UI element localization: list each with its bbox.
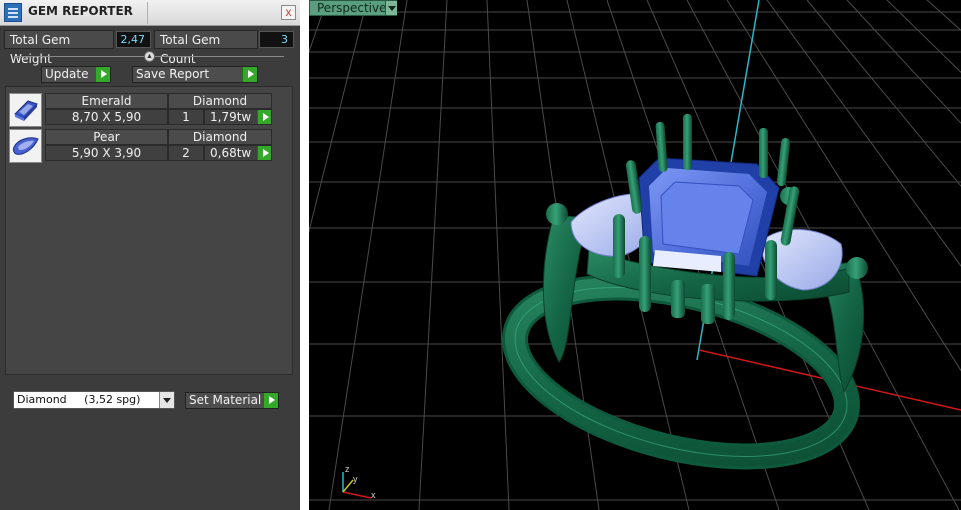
gem-count: 1 (168, 109, 204, 125)
save-report-button-label: Save Report (136, 67, 210, 81)
chevron-down-icon[interactable] (159, 392, 174, 408)
gem-size: 5,90 X 3,90 (45, 145, 168, 161)
material-density: (3,52 spg) (84, 393, 141, 406)
total-gem-weight-label: Total Gem Weight (4, 30, 114, 66)
gem-row[interactable]: Emerald Diamond 8,70 X 5,90 1 1,79tw (9, 93, 272, 127)
panel-title: GEM REPORTER (28, 4, 133, 18)
material-name: Diamond (17, 393, 67, 406)
set-material-button-label: Set Material (189, 393, 262, 407)
play-arrow-icon (257, 146, 271, 160)
material-dropdown[interactable]: Diamond (3,52 spg) (13, 391, 175, 409)
axis-gizmo-icon: z y x (342, 464, 376, 500)
emerald-gem-thumbnail-icon (9, 93, 42, 127)
view-mode-text: Perspective (317, 1, 387, 15)
total-gem-count-label: Total Gem Count (154, 30, 258, 66)
total-gem-count-value: 3 (259, 31, 294, 48)
gem-list: Emerald Diamond 8,70 X 5,90 1 1,79tw Pea… (5, 86, 293, 375)
emerald-center-stone (638, 157, 780, 277)
play-arrow-icon (242, 67, 257, 82)
axis-y-label: y (353, 474, 358, 484)
panel-divider[interactable] (300, 0, 309, 510)
axis-z-label: z (345, 464, 350, 474)
pear-gem-thumbnail-icon (9, 129, 42, 163)
gem-size: 8,70 X 5,90 (45, 109, 168, 125)
viewport-scene: z y x (309, 0, 961, 510)
save-report-button[interactable]: Save Report (132, 66, 258, 83)
gem-shape: Pear (45, 129, 168, 145)
gem-reporter-panel: GEM REPORTER x Total Gem Weight 2,47 Tot… (0, 0, 300, 510)
play-arrow-icon (257, 110, 271, 124)
collapse-toggle-icon[interactable]: ▲ (144, 51, 155, 62)
close-button[interactable]: x (281, 5, 296, 20)
gem-weight[interactable]: 0,68tw (204, 145, 272, 161)
update-button-label: Update (45, 67, 89, 81)
axis-x-label: x (371, 490, 376, 500)
view-mode-label[interactable]: Perspective (309, 0, 397, 16)
gem-material: Diamond (168, 93, 272, 109)
panel-titlebar[interactable]: GEM REPORTER x (0, 0, 300, 26)
gem-shape: Emerald (45, 93, 168, 109)
play-arrow-icon (95, 67, 110, 82)
gem-reporter-icon (4, 3, 22, 22)
gem-material: Diamond (168, 129, 272, 145)
view-menu-chevron-icon[interactable] (385, 1, 397, 15)
set-material-button[interactable]: Set Material (185, 392, 279, 409)
perspective-viewport[interactable]: z y x Perspective (309, 0, 961, 510)
gem-weight[interactable]: 1,79tw (204, 109, 272, 125)
play-arrow-icon (263, 393, 278, 408)
gem-row[interactable]: Pear Diamond 5,90 X 3,90 2 0,68tw (9, 129, 272, 163)
total-gem-weight-value: 2,47 (116, 31, 151, 48)
gem-weight-value: 1,79tw (210, 110, 252, 124)
update-button[interactable]: Update (41, 66, 111, 83)
title-separator (147, 2, 148, 24)
gem-weight-value: 0,68tw (210, 146, 252, 160)
gem-count: 2 (168, 145, 204, 161)
